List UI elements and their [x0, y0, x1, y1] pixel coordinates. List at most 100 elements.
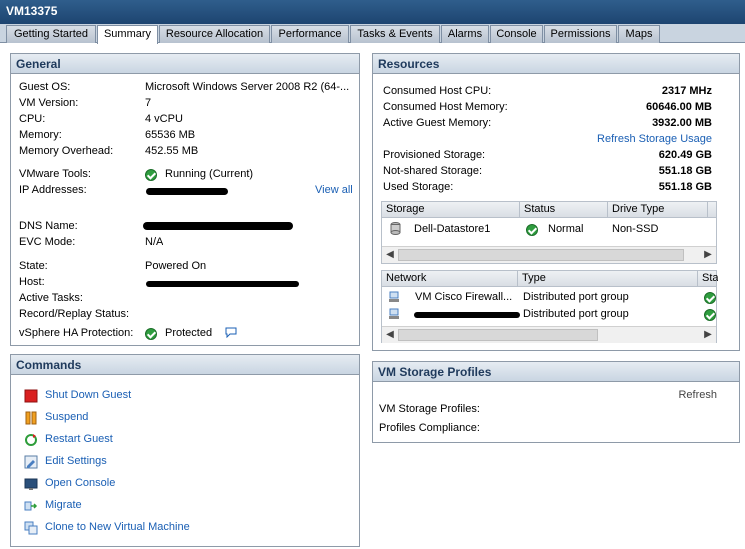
scroll-thumb[interactable] [398, 249, 684, 261]
ha-protection-label: vSphere HA Protection: [19, 327, 134, 339]
scroll-right-icon[interactable]: ▶ [701, 248, 715, 262]
refresh-storage-link[interactable]: Refresh Storage Usage [597, 133, 712, 145]
used-storage-value: 551.18 GB [658, 181, 712, 193]
table-row[interactable]: Distributed port group [382, 306, 716, 324]
table-row[interactable]: Dell-Datastore1 Normal Non-SSD [382, 220, 716, 240]
ha-protection-value: Protected [165, 327, 213, 339]
edit-settings-icon [24, 455, 38, 469]
drive-type-cell: Non-SSD [612, 223, 659, 235]
memory-overhead-label: Memory Overhead: [19, 145, 114, 157]
general-panel-title: General [11, 54, 359, 74]
consumed-cpu-value: 2317 MHz [661, 85, 712, 97]
tab-strip: Getting Started Summary Resource Allocat… [0, 24, 745, 44]
col-status[interactable]: Sta [698, 271, 718, 287]
clone-vm-label[interactable]: Clone to New Virtual Machine [45, 521, 190, 533]
memory-label: Memory: [19, 129, 62, 141]
suspend-label[interactable]: Suspend [45, 411, 88, 423]
tab-tasks-events[interactable]: Tasks & Events [350, 25, 440, 43]
tab-resource-allocation[interactable]: Resource Allocation [159, 25, 270, 43]
redacted-ip [146, 188, 228, 195]
redacted-host [146, 281, 299, 287]
vm-storage-profiles-label: VM Storage Profiles: [379, 403, 480, 415]
guest-os-value: Microsoft Windows Server 2008 R2 (64-... [145, 81, 350, 93]
network-type-cell: Distributed port group [523, 308, 629, 320]
vmware-tools-label: VMware Tools: [19, 168, 91, 180]
provisioned-storage-value: 620.49 GB [658, 149, 712, 161]
network-table-scrollbar[interactable]: ◀ ▶ [382, 326, 716, 343]
storage-status-cell: Normal [548, 223, 584, 235]
vmware-tools-value: Running (Current) [165, 168, 254, 180]
scroll-thumb[interactable] [398, 329, 598, 341]
profiles-compliance-label: Profiles Compliance: [379, 422, 480, 434]
storage-profiles-panel-title: VM Storage Profiles [373, 362, 739, 382]
check-ok-icon [145, 169, 157, 181]
tab-console[interactable]: Console [490, 25, 543, 43]
check-ok-icon [145, 328, 157, 340]
shut-down-guest-label[interactable]: Shut Down Guest [45, 389, 131, 401]
vm-version-label: VM Version: [19, 97, 79, 109]
refresh-link[interactable]: Refresh [678, 389, 717, 401]
tab-maps[interactable]: Maps [618, 25, 660, 43]
host-label: Host: [19, 276, 45, 288]
restart-guest-label[interactable]: Restart Guest [45, 433, 113, 445]
table-row[interactable]: VM Cisco Firewall... Distributed port gr… [382, 289, 716, 307]
storage-table-header: Storage Status Drive Type [382, 202, 716, 218]
record-replay-label: Record/Replay Status: [19, 308, 130, 320]
network-table-header: Network Type Sta [382, 271, 718, 287]
cpu-label: CPU: [19, 113, 46, 125]
shutdown-icon [24, 389, 38, 403]
active-tasks-label: Active Tasks: [19, 292, 83, 304]
view-all-link[interactable]: View all [315, 184, 353, 196]
col-drive-type[interactable]: Drive Type [608, 202, 708, 218]
col-storage[interactable]: Storage [382, 202, 520, 218]
col-network[interactable]: Network [382, 271, 518, 287]
open-console-label[interactable]: Open Console [45, 477, 115, 489]
dns-name-label: DNS Name: [19, 220, 78, 232]
consumed-cpu-label: Consumed Host CPU: [383, 85, 492, 97]
tab-alarms[interactable]: Alarms [441, 25, 489, 43]
network-type-cell: Distributed port group [523, 291, 629, 303]
check-ok-icon [704, 309, 716, 321]
redacted-dns [143, 222, 293, 230]
network-icon [388, 291, 400, 303]
comment-icon[interactable] [225, 327, 237, 339]
active-guest-memory-label: Active Guest Memory: [383, 117, 492, 129]
used-storage-label: Used Storage: [383, 181, 454, 193]
storage-table: Storage Status Drive Type Dell-Datastore… [381, 201, 717, 264]
clone-icon [24, 521, 38, 535]
commands-panel: Commands Shut Down Guest Suspend Restart… [10, 354, 360, 547]
storage-table-scrollbar[interactable]: ◀ ▶ [382, 246, 716, 263]
provisioned-storage-label: Provisioned Storage: [383, 149, 486, 161]
not-shared-storage-value: 551.18 GB [658, 165, 712, 177]
scroll-left-icon[interactable]: ◀ [383, 328, 397, 342]
consumed-memory-label: Consumed Host Memory: [383, 101, 508, 113]
network-icon [388, 308, 400, 320]
active-guest-memory-value: 3932.00 MB [652, 117, 712, 129]
check-ok-icon [704, 292, 716, 304]
tab-permissions[interactable]: Permissions [544, 25, 617, 43]
guest-os-label: Guest OS: [19, 81, 71, 93]
edit-settings-label[interactable]: Edit Settings [45, 455, 107, 467]
restart-icon [24, 433, 38, 447]
storage-name-cell: Dell-Datastore1 [414, 223, 491, 235]
check-ok-icon [526, 224, 538, 236]
network-name-cell: VM Cisco Firewall... [415, 291, 513, 303]
migrate-label[interactable]: Migrate [45, 499, 82, 511]
redacted-network [414, 312, 520, 318]
evc-mode-label: EVC Mode: [19, 236, 76, 248]
scroll-right-icon[interactable]: ▶ [701, 328, 715, 342]
not-shared-storage-label: Not-shared Storage: [383, 165, 483, 177]
col-status[interactable]: Status [520, 202, 608, 218]
window-title: VM13375 [0, 0, 745, 24]
state-label: State: [19, 260, 48, 272]
storage-profiles-panel: VM Storage Profiles Refresh VM Storage P… [372, 361, 740, 443]
memory-overhead-value: 452.55 MB [145, 145, 199, 157]
ip-addresses-label: IP Addresses: [19, 184, 87, 196]
tab-performance[interactable]: Performance [271, 25, 349, 43]
col-type[interactable]: Type [518, 271, 698, 287]
scroll-left-icon[interactable]: ◀ [383, 248, 397, 262]
general-panel: General Guest OS: Microsoft Windows Serve… [10, 53, 360, 346]
tab-getting-started[interactable]: Getting Started [6, 25, 96, 43]
tab-summary[interactable]: Summary [97, 25, 158, 44]
resources-panel-title: Resources [373, 54, 739, 74]
